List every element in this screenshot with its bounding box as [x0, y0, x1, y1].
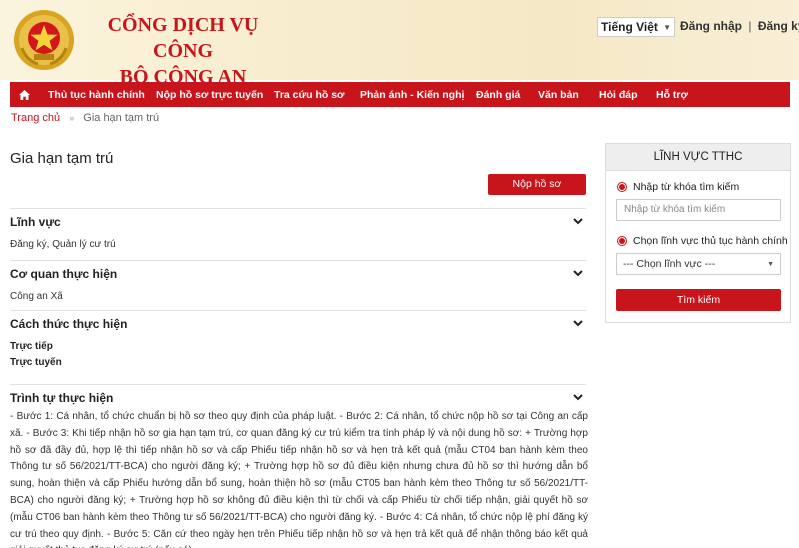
nav-item-tra-cuu-ho-so[interactable]: Tra cứu hồ sơ [274, 89, 345, 101]
page-title: Gia hạn tạm trú [10, 150, 114, 167]
section-value: Trực tuyến [10, 357, 62, 368]
register-link[interactable]: Đăng ký [758, 19, 799, 33]
chevron-down-icon [573, 394, 583, 401]
search-sidebar: LĨNH VỰC TTHC Nhập từ khóa tìm kiếm Nhập… [605, 143, 791, 323]
section-header[interactable]: Trình tự thực hiện [10, 385, 586, 411]
section-title: Trình tự thực hiện [10, 391, 114, 405]
breadcrumb-separator: » [69, 113, 75, 123]
section-value: Trực tiếp [10, 341, 53, 352]
home-icon [18, 89, 30, 100]
nav-item-danh-gia[interactable]: Đánh giá [476, 89, 520, 101]
breadcrumb: Trang chủ » Gia hạn tạm trú [11, 112, 159, 124]
field-select[interactable]: --- Chọn lĩnh vực --- ▼ [616, 253, 781, 275]
chevron-down-icon: ▼ [663, 22, 671, 32]
nav-item-thu-tuc-hanh-chinh[interactable]: Thủ tục hành chính [48, 89, 145, 101]
submit-application-button[interactable]: Nộp hồ sơ [488, 174, 586, 195]
nav-item-nop-ho-so-truc-tuyen[interactable]: Nộp hồ sơ trực tuyến [156, 89, 263, 101]
section-title: Lĩnh vực [10, 215, 61, 229]
chevron-down-icon: ▼ [767, 260, 774, 268]
field-select-value: --- Chọn lĩnh vực --- [623, 258, 716, 270]
language-value: Tiếng Việt [601, 20, 658, 34]
nav-item-ho-tro[interactable]: Hỗ trợ [656, 89, 688, 101]
radio-selected-icon[interactable] [617, 236, 627, 246]
login-link[interactable]: Đăng nhập [680, 19, 742, 33]
chevron-down-icon [573, 320, 583, 327]
section-header[interactable]: Cách thức thực hiện [10, 311, 586, 337]
section-cach-thuc-thuc-hien: Cách thức thực hiện Trực tiếp Trực tuyến [10, 310, 586, 382]
field-option[interactable]: Chọn lĩnh vực thủ tục hành chính [617, 235, 788, 247]
language-select[interactable]: Tiếng Việt ▼ [597, 17, 675, 37]
field-option-label: Chọn lĩnh vực thủ tục hành chính [633, 235, 788, 247]
nav-item-hoi-dap[interactable]: Hỏi đáp [599, 89, 638, 101]
breadcrumb-home[interactable]: Trang chủ [11, 112, 60, 124]
search-button[interactable]: Tìm kiếm [616, 289, 781, 311]
section-linh-vuc: Lĩnh vực Đăng ký, Quản lý cư trú [10, 208, 586, 260]
section-title: Cơ quan thực hiện [10, 267, 118, 281]
procedure-steps-text: - Bước 1: Cá nhân, tổ chức chuẩn bị hồ s… [10, 411, 588, 548]
section-header[interactable]: Lĩnh vực [10, 209, 586, 235]
chevron-down-icon [573, 218, 583, 225]
police-emblem-logo[interactable] [12, 8, 76, 72]
section-header[interactable]: Cơ quan thực hiện [10, 261, 586, 287]
nav-home[interactable] [12, 82, 36, 107]
section-trinh-tu-thuc-hien: Trình tự thực hiện - Bước 1: Cá nhân, tổ… [10, 384, 588, 548]
main-nav: Thủ tục hành chính Nộp hồ sơ trực tuyến … [10, 82, 790, 107]
section-title: Cách thức thực hiện [10, 317, 128, 331]
auth-separator: | [748, 19, 752, 33]
chevron-down-icon [573, 270, 583, 277]
section-co-quan-thuc-hien: Cơ quan thực hiện Công an Xã [10, 260, 586, 310]
keyword-option[interactable]: Nhập từ khóa tìm kiếm [617, 181, 739, 193]
section-value: Đăng ký, Quản lý cư trú [10, 239, 116, 250]
keyword-search-input[interactable]: Nhập từ khóa tìm kiếm [616, 199, 781, 221]
sidebar-title: LĨNH VỰC TTHC [606, 144, 790, 171]
site-header: CỔNG DỊCH VỤ CÔNG BỘ CÔNG AN Tiếng Việt … [0, 0, 799, 88]
breadcrumb-current: Gia hạn tạm trú [83, 112, 160, 124]
auth-links: Đăng nhập | Đăng ký [680, 19, 799, 33]
site-title[interactable]: CỔNG DỊCH VỤ CÔNG BỘ CÔNG AN [93, 12, 273, 90]
nav-item-van-ban[interactable]: Văn bản [538, 89, 579, 101]
nav-item-phan-anh-kien-nghi[interactable]: Phản ánh - Kiến nghị [360, 89, 464, 101]
site-title-line1: CỔNG DỊCH VỤ CÔNG [107, 14, 259, 62]
radio-selected-icon[interactable] [617, 182, 627, 192]
keyword-option-label: Nhập từ khóa tìm kiếm [633, 181, 740, 193]
section-value: Công an Xã [10, 291, 63, 302]
